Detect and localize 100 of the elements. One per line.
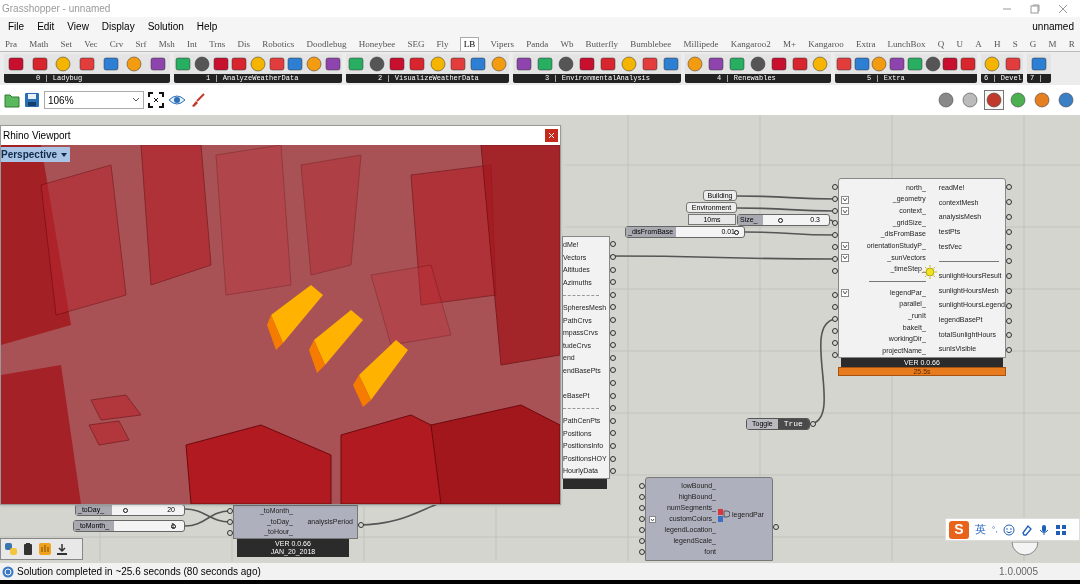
component-tab[interactable]: Math — [28, 38, 50, 51]
component-icon[interactable] — [55, 56, 72, 72]
menu-item[interactable]: Solution — [147, 18, 184, 34]
component-icon[interactable] — [770, 56, 787, 72]
language-mode-toggle[interactable]: 英 — [975, 521, 986, 538]
component-tab[interactable]: Kangaroo2 — [729, 38, 772, 51]
component-icon[interactable] — [557, 56, 574, 72]
expand-toggle[interactable] — [841, 242, 849, 251]
component-icon[interactable] — [942, 56, 959, 72]
component-icon[interactable] — [889, 56, 906, 72]
navigation-dial-icon[interactable] — [1010, 542, 1040, 558]
close-button[interactable] — [545, 129, 558, 142]
open-folder-icon[interactable] — [4, 92, 20, 108]
component-icon[interactable] — [150, 56, 167, 72]
component-tab[interactable]: LunchBox — [886, 38, 927, 51]
component-tab[interactable]: Trns — [208, 38, 227, 51]
component-tab[interactable]: Vec — [83, 38, 99, 51]
component-tab[interactable]: R — [1067, 38, 1076, 51]
component-icon[interactable] — [490, 56, 507, 72]
component-icon[interactable] — [429, 56, 446, 72]
component-icon[interactable] — [450, 56, 467, 72]
component-icon[interactable] — [212, 56, 229, 72]
component-icon[interactable] — [853, 56, 870, 72]
microphone-icon[interactable] — [1039, 523, 1050, 536]
close-icon[interactable] — [1058, 3, 1068, 14]
component-icon[interactable] — [1004, 56, 1021, 72]
save-icon[interactable] — [24, 92, 40, 108]
component-icon[interactable] — [78, 56, 95, 72]
preview-mode-icon[interactable] — [962, 92, 978, 108]
component-icon[interactable] — [536, 56, 553, 72]
menu-item[interactable]: File — [8, 18, 25, 34]
component-icon[interactable] — [924, 56, 941, 72]
component-tab[interactable]: Int — [185, 38, 198, 51]
component-icon[interactable] — [324, 56, 341, 72]
component-icon[interactable] — [641, 56, 658, 72]
output-port[interactable] — [773, 524, 779, 530]
component-icon[interactable] — [983, 56, 1000, 72]
component-tab[interactable]: Robotics — [261, 38, 296, 51]
component-tab[interactable]: Dis — [236, 38, 252, 51]
component-icon[interactable] — [268, 56, 285, 72]
component-tab[interactable]: Q — [936, 38, 946, 51]
slider-grip-icon[interactable] — [734, 230, 740, 235]
component-icon[interactable] — [231, 56, 248, 72]
component-icon[interactable] — [102, 56, 119, 72]
component-icon[interactable] — [871, 56, 888, 72]
preview-mode-icon[interactable] — [1058, 92, 1074, 108]
component-tab[interactable]: H — [992, 38, 1002, 51]
smiley-icon[interactable] — [1003, 523, 1016, 536]
component-icon[interactable] — [687, 56, 704, 72]
component-icon[interactable] — [305, 56, 322, 72]
component-tab[interactable]: S — [1011, 38, 1019, 51]
component-icon[interactable] — [599, 56, 616, 72]
component-tab[interactable]: Pra — [4, 38, 18, 51]
component-tab[interactable]: Butterfly — [584, 38, 620, 51]
menu-item[interactable]: Help — [196, 18, 218, 34]
component-tab[interactable]: Fly — [435, 38, 450, 51]
component-icon[interactable] — [960, 56, 977, 72]
component-icon[interactable] — [194, 56, 210, 72]
component-tab[interactable]: M+ — [781, 38, 797, 51]
zoom-extents-icon[interactable] — [148, 92, 164, 108]
component-tab[interactable]: Honeybee — [357, 38, 397, 51]
component-icon[interactable] — [749, 56, 766, 72]
component-tab[interactable]: M — [1047, 38, 1058, 51]
component-tab[interactable]: Doodlebug — [305, 38, 348, 51]
component-icon[interactable] — [7, 56, 24, 72]
component-icon[interactable] — [368, 56, 385, 72]
slider-grip-icon[interactable] — [777, 218, 783, 223]
expand-toggle[interactable] — [649, 516, 656, 523]
component-icon[interactable] — [287, 56, 304, 72]
zoom-dropdown[interactable]: 106% — [44, 91, 144, 109]
expand-toggle[interactable] — [841, 195, 849, 204]
output-port[interactable] — [810, 421, 816, 427]
component-icon[interactable] — [791, 56, 808, 72]
component-tab[interactable]: Millipede — [682, 38, 720, 51]
menu-item[interactable]: Edit — [37, 18, 55, 34]
menu-item[interactable]: Display — [101, 18, 135, 34]
component-tab[interactable]: Wb — [559, 38, 575, 51]
component-icon[interactable] — [126, 56, 143, 72]
component-tab[interactable]: Set — [59, 38, 73, 51]
component-tab[interactable]: Kangaroo — [807, 38, 845, 51]
component-icon[interactable] — [835, 56, 852, 72]
brush-icon[interactable] — [190, 92, 206, 108]
expand-toggle[interactable] — [841, 288, 849, 297]
component-icon[interactable] — [175, 56, 192, 72]
component-tab[interactable]: A — [974, 38, 983, 51]
component-icon[interactable] — [388, 56, 405, 72]
expand-toggle[interactable] — [841, 207, 849, 216]
component-tab[interactable]: LB — [459, 37, 480, 51]
component-tab[interactable]: G — [1028, 38, 1038, 51]
preview-mode-icon[interactable] — [1034, 92, 1050, 108]
component-icon[interactable] — [708, 56, 725, 72]
menu-item[interactable]: View — [67, 18, 89, 34]
component-icon[interactable] — [515, 56, 532, 72]
component-icon[interactable] — [812, 56, 829, 72]
eraser-icon[interactable] — [1021, 523, 1034, 536]
component-icon[interactable] — [470, 56, 487, 72]
component-icon[interactable] — [620, 56, 637, 72]
component-icon[interactable] — [348, 56, 365, 72]
component-tab[interactable]: Extra — [854, 38, 877, 51]
download-icon[interactable] — [55, 542, 69, 556]
